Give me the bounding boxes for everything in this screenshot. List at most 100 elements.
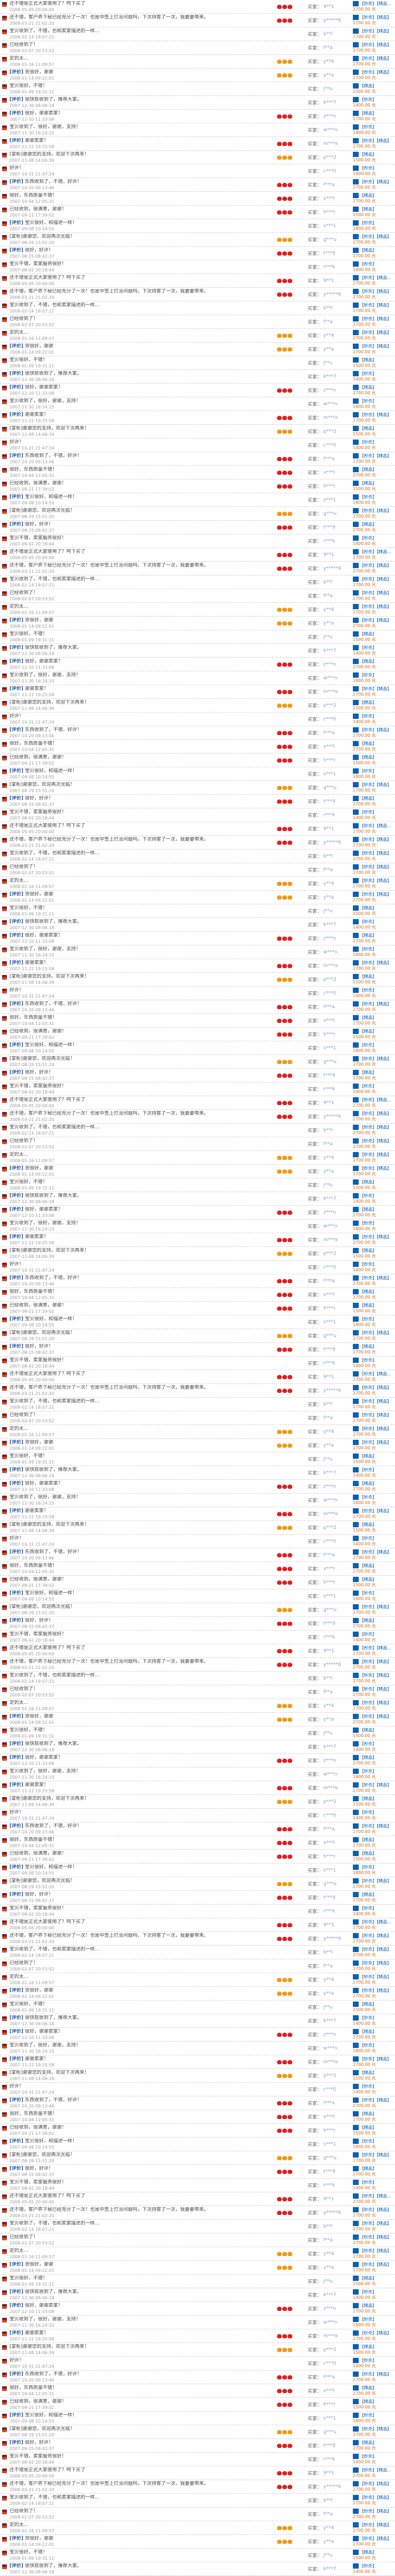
buyer[interactable]: 买家： h***r — [305, 1028, 353, 1041]
buyer-name[interactable]: g***u — [323, 511, 337, 516]
product-title[interactable]: 【秒杀】【精品】 — [360, 2208, 391, 2212]
buyer-name[interactable]: t***9 — [323, 1895, 335, 1900]
product-name[interactable]: 【秒杀】【精品】 — [353, 2097, 394, 2103]
buyer[interactable]: 买家： m***e — [305, 685, 353, 698]
product-title[interactable]: 【秒杀】【精品】 — [360, 1605, 391, 1609]
product-title[interactable]: 【秒杀】 — [360, 1221, 377, 1226]
buyer[interactable]: 买家： f**a — [305, 1959, 353, 1973]
buyer-name[interactable]: x***l — [323, 744, 334, 749]
product-name[interactable]: 【秒杀】【精品】 — [353, 1399, 394, 1404]
buyer-name[interactable]: b**l — [323, 854, 332, 859]
product-title[interactable]: 【秒杀】【精品】 — [360, 728, 391, 733]
buyer-name[interactable]: r***k — [323, 1635, 335, 1640]
product-name[interactable]: 【精品】 — [353, 1303, 394, 1309]
buyer[interactable]: 买家： w***n — [305, 1768, 353, 1781]
buyer[interactable]: 买家： w***n — [305, 671, 353, 685]
buyer-name[interactable]: w***n — [323, 2046, 338, 2051]
buyer[interactable]: 买家： c***0 — [305, 2357, 353, 2370]
buyer[interactable]: 买家： y**a — [305, 69, 353, 82]
buyer-name[interactable]: y**4 — [323, 1977, 334, 1983]
buyer-name[interactable]: y*****6 — [323, 292, 341, 297]
buyer[interactable]: 买家： b**l — [305, 850, 353, 863]
buyer[interactable]: 买家： h***r — [305, 480, 353, 493]
product[interactable]: 【精品】 2700.00 元 — [353, 2439, 395, 2452]
product-name[interactable]: 【精品】 — [353, 2111, 394, 2117]
product[interactable]: 【精品】 2700.00 元 — [353, 1343, 395, 1356]
buyer-name[interactable]: c***0 — [323, 717, 336, 722]
buyer[interactable]: 买家： w***n — [305, 123, 353, 136]
product-name[interactable]: 【秒杀】【精品】 — [353, 864, 394, 870]
buyer-name[interactable]: k***7 — [323, 100, 336, 105]
buyer[interactable]: 买家： f**a — [305, 41, 353, 54]
buyer[interactable]: 买家： y**a — [305, 1439, 353, 1452]
product-title[interactable]: 【秒杀】 — [360, 2413, 377, 2418]
product[interactable]: 【秒杀】 1800.00 元 — [353, 767, 395, 780]
product-title[interactable]: 【秒杀】 — [360, 166, 377, 171]
buyer-name[interactable]: j**u — [323, 635, 332, 640]
product-title[interactable]: 【精品】 — [360, 1303, 377, 1308]
product-title[interactable]: 【精品】 — [360, 522, 377, 527]
buyer[interactable]: 买家： f**a — [305, 315, 353, 328]
buyer[interactable]: 买家： x***l — [305, 1836, 353, 1849]
buyer[interactable]: 买家： f**a — [305, 2507, 353, 2521]
product[interactable]: 【秒杀】【精品】双色 2700.00 元 — [353, 274, 395, 287]
product-title[interactable]: 【精品】 — [360, 659, 377, 664]
product-name[interactable]: 【秒杀】【精品】 — [353, 1686, 394, 1692]
product[interactable]: 【秒杀】【精品】 2700.00 元 — [353, 1781, 395, 1794]
buyer[interactable]: 买家： x***l — [305, 1014, 353, 1027]
buyer-name[interactable]: w***n — [323, 676, 338, 681]
buyer-name[interactable]: h***r — [323, 1580, 335, 1585]
buyer-name[interactable]: w***n — [323, 402, 338, 407]
buyer-name[interactable]: w***n — [323, 1498, 338, 1503]
product[interactable]: 【精品】 2700.00 元 — [353, 932, 395, 945]
buyer[interactable]: 买家： s***1 — [305, 2138, 353, 2151]
buyer[interactable]: 买家： f**a — [305, 1685, 353, 1699]
product-name[interactable]: 【秒杀】 — [353, 1262, 394, 1267]
buyer-name[interactable]: g***u — [323, 2155, 337, 2161]
product-title[interactable]: 【精品】 — [360, 1454, 377, 1459]
product[interactable]: 【秒杀】【精品】 2700.00 元 — [353, 1398, 395, 1411]
buyer[interactable]: 买家： w***n — [305, 1494, 353, 1507]
product[interactable]: 【秒杀】 1400.00 元 — [353, 1261, 395, 1274]
product-title[interactable]: 【秒杀】 — [360, 769, 377, 774]
buyer[interactable]: 买家： j**u — [305, 2549, 353, 2562]
buyer-name[interactable]: y**4 — [323, 881, 334, 886]
buyer[interactable]: 买家： t***9 — [305, 2165, 353, 2178]
product-title[interactable]: 【精品】 — [360, 906, 377, 911]
buyer[interactable]: 买家： y*****6 — [305, 1384, 353, 1397]
product[interactable]: 【秒杀】【精品】 2700.00 元 — [353, 1685, 395, 1699]
product[interactable]: 【精品】 2700.00 元 — [353, 1754, 395, 1767]
buyer-name[interactable]: x***l — [323, 1840, 334, 1846]
product[interactable]: 【精品】 1500.00 元 — [353, 2398, 395, 2411]
buyer[interactable]: 买家： g***u — [305, 1603, 353, 1616]
buyer[interactable]: 买家： h***r — [305, 754, 353, 767]
buyer-name[interactable]: p***2 — [323, 1799, 337, 1804]
product-title[interactable]: 【秒杀】【精品】 — [360, 2262, 391, 2267]
product-title[interactable]: 【精品】 — [360, 1344, 377, 1349]
buyer-name[interactable]: f**a — [323, 319, 333, 325]
buyer[interactable]: 买家： r***k — [305, 260, 353, 274]
product-name[interactable]: 【秒杀】【精品】 — [353, 56, 394, 62]
buyer[interactable]: 买家： b**l — [305, 575, 353, 589]
product[interactable]: 【精品】 1500.00 元 — [353, 2275, 395, 2288]
buyer-name[interactable]: x***l — [323, 1018, 334, 1023]
product[interactable]: 【秒杀】 1400.00 元 — [353, 2288, 395, 2301]
buyer[interactable]: 买家： 9**1 — [305, 2466, 353, 2480]
buyer[interactable]: 买家： m***e — [305, 2329, 353, 2343]
product[interactable]: 【秒杀】【精品】 2700.00 元 — [353, 1384, 395, 1397]
product-title[interactable]: 【秒杀】【精品】 — [360, 2235, 391, 2240]
product[interactable]: 【秒杀】 1400.00 元 — [353, 1357, 395, 1370]
product[interactable]: 【精品】 1500.00 元 — [353, 904, 395, 918]
product-name[interactable]: 【秒杀】【精品】 — [353, 2330, 394, 2336]
product[interactable]: 【精品】 1500.00 元 — [353, 2549, 395, 2562]
buyer[interactable]: 买家： y*****6 — [305, 2480, 353, 2493]
buyer-name[interactable]: f**a — [323, 1690, 333, 1695]
product[interactable]: 【秒杀】 1400.00 元 — [353, 918, 395, 931]
product[interactable]: 【精品】 2700.00 元 — [353, 658, 395, 671]
product-name[interactable]: 【精品】 — [353, 2550, 394, 2555]
buyer[interactable]: 买家： y*****6 — [305, 2206, 353, 2219]
product[interactable]: 【秒杀】 1400.00 元 — [353, 713, 395, 726]
product-title[interactable]: 【精品】 — [360, 1029, 377, 1034]
product-title[interactable]: 【精品】 — [360, 2112, 377, 2116]
buyer-name[interactable]: y*****6 — [323, 2484, 341, 2490]
